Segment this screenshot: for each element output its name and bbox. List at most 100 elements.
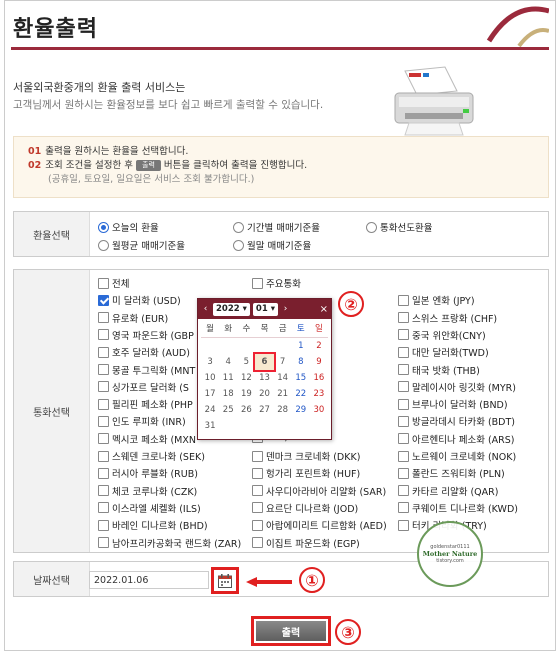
checkbox[interactable] — [252, 450, 263, 462]
calendar-day[interactable]: 29 — [292, 402, 310, 418]
checkbox[interactable] — [98, 364, 109, 375]
currency-option[interactable]: 미 달러화 (USD) — [98, 293, 181, 307]
radio-button[interactable] — [366, 221, 377, 233]
checkbox[interactable] — [398, 415, 409, 427]
print-button[interactable]: 출력 — [256, 621, 326, 641]
checkbox[interactable] — [98, 294, 109, 306]
currency-option[interactable]: 필리핀 페소화 (PHP — [98, 397, 193, 411]
currency-option[interactable]: 아랍에미리트 디르함화 (AED) — [252, 518, 387, 532]
currency-option[interactable]: 노르웨이 크로네화 (NOK) — [398, 449, 516, 463]
currency-option[interactable]: 요르단 디나르화 (JOD) — [252, 501, 358, 515]
checkbox[interactable] — [98, 485, 109, 497]
checkbox[interactable] — [98, 329, 109, 341]
checkbox[interactable] — [252, 537, 263, 548]
radio-button[interactable] — [233, 239, 244, 251]
currency-option[interactable]: 바레인 디나르화 (BHD) — [98, 518, 208, 532]
checkbox[interactable] — [98, 381, 109, 393]
rate-option[interactable]: 기간별 매매기준율 — [233, 220, 320, 234]
calendar-day[interactable]: 26 — [237, 402, 255, 418]
calendar-day[interactable]: 13 — [255, 370, 273, 386]
currency-option[interactable]: 태국 밧화 (THB) — [398, 363, 480, 377]
checkbox[interactable] — [252, 277, 263, 289]
radio-button[interactable] — [233, 221, 244, 233]
checkbox[interactable] — [252, 519, 263, 531]
checkbox[interactable] — [398, 485, 409, 497]
calendar-day[interactable]: 2 — [310, 338, 328, 354]
checkbox[interactable] — [98, 502, 109, 514]
calendar-day[interactable]: 19 — [237, 386, 255, 402]
currency-option[interactable]: 덴마크 크로네화 (DKK) — [252, 449, 360, 463]
calendar-day[interactable]: 4 — [219, 354, 237, 370]
calendar-button[interactable] — [211, 567, 239, 594]
currency-option[interactable]: 체코 코루나화 (CZK) — [98, 484, 197, 498]
checkbox[interactable] — [398, 312, 409, 324]
currency-option[interactable]: 사우디아라비아 리얄화 (SAR) — [252, 484, 386, 498]
currency-option[interactable]: 스웨덴 크로나화 (SEK) — [98, 449, 205, 463]
checkbox[interactable] — [398, 364, 409, 375]
radio-button[interactable] — [98, 221, 109, 233]
calendar-day[interactable]: 21 — [274, 386, 292, 402]
currency-option[interactable]: 전체 — [98, 276, 129, 290]
currency-option[interactable]: 싱가포르 달러화 (S — [98, 380, 189, 394]
currency-option[interactable]: 헝가리 포린트화 (HUF) — [252, 466, 360, 480]
calendar-day[interactable]: 18 — [219, 386, 237, 402]
currency-option[interactable]: 몽골 투그릭화 (MNT — [98, 363, 195, 377]
checkbox[interactable] — [398, 398, 409, 410]
next-month-button[interactable]: › — [281, 304, 290, 314]
checkbox[interactable] — [252, 502, 263, 514]
calendar-day[interactable]: 7 — [274, 354, 292, 370]
calendar-day[interactable]: 11 — [219, 370, 237, 386]
checkbox[interactable] — [98, 467, 109, 479]
checkbox[interactable] — [98, 415, 109, 427]
calendar-day[interactable]: 31 — [201, 418, 219, 434]
currency-option[interactable]: 남아프리카공화국 랜드화 (ZAR) — [98, 536, 241, 550]
calendar-day[interactable]: 14 — [274, 370, 292, 386]
currency-option[interactable]: 멕시코 페소화 (MXN — [98, 432, 196, 446]
currency-option[interactable]: 중국 위안화(CNY) — [398, 328, 486, 342]
checkbox[interactable] — [398, 519, 409, 531]
currency-option[interactable]: 대만 달러화(TWD) — [398, 345, 489, 359]
currency-option[interactable]: 호주 달러화 (AUD) — [98, 345, 190, 359]
currency-option[interactable]: 브루나이 달러화 (BND) — [398, 397, 508, 411]
currency-option[interactable]: 이집트 파운드화 (EGP) — [252, 536, 360, 550]
rate-option[interactable]: 월말 매매기준율 — [233, 238, 311, 252]
prev-month-button[interactable]: ‹ — [201, 304, 210, 314]
year-select[interactable]: 2022 ▾ — [213, 302, 250, 316]
currency-option[interactable]: 주요통화 — [252, 276, 301, 290]
close-icon[interactable]: × — [320, 304, 328, 315]
currency-option[interactable]: 러시아 루블화 (RUB) — [98, 466, 198, 480]
currency-option[interactable]: 카타르 리얄화 (QAR) — [398, 484, 498, 498]
rate-option[interactable]: 오늘의 환율 — [98, 220, 159, 234]
calendar-day[interactable]: 27 — [255, 402, 273, 418]
checkbox[interactable] — [398, 381, 409, 393]
currency-option[interactable]: 스위스 프랑화 (CHF) — [398, 311, 497, 325]
calendar-day[interactable]: 15 — [292, 370, 310, 386]
checkbox[interactable] — [98, 346, 109, 358]
checkbox[interactable] — [98, 398, 109, 410]
checkbox[interactable] — [252, 485, 263, 497]
checkbox[interactable] — [398, 346, 409, 358]
currency-option[interactable]: 방글라데시 타카화 (BDT) — [398, 414, 515, 428]
calendar-day[interactable]: 6 — [253, 352, 276, 372]
calendar-day[interactable]: 12 — [237, 370, 255, 386]
rate-option[interactable]: 통화선도환율 — [366, 220, 432, 234]
currency-option[interactable]: 유로화 (EUR) — [98, 311, 168, 325]
calendar-day[interactable]: 8 — [292, 354, 310, 370]
currency-option[interactable]: 이스라엘 셰켈화 (ILS) — [98, 501, 201, 515]
calendar-day[interactable]: 20 — [255, 386, 273, 402]
checkbox[interactable] — [98, 277, 109, 289]
calendar-day[interactable]: 28 — [274, 402, 292, 418]
calendar-day[interactable]: 24 — [201, 402, 219, 418]
date-input[interactable] — [89, 571, 209, 589]
checkbox[interactable] — [98, 519, 109, 531]
checkbox[interactable] — [398, 450, 409, 462]
checkbox[interactable] — [98, 312, 109, 324]
currency-option[interactable]: 일본 엔화 (JPY) — [398, 293, 475, 307]
currency-option[interactable]: 아르헨티나 페소화 (ARS) — [398, 432, 515, 446]
calendar-day[interactable]: 25 — [219, 402, 237, 418]
calendar-day[interactable]: 22 — [292, 386, 310, 402]
currency-option[interactable]: 폴란드 즈워티화 (PLN) — [398, 466, 505, 480]
calendar-day[interactable]: 10 — [201, 370, 219, 386]
checkbox[interactable] — [98, 537, 109, 548]
calendar-day[interactable]: 17 — [201, 386, 219, 402]
